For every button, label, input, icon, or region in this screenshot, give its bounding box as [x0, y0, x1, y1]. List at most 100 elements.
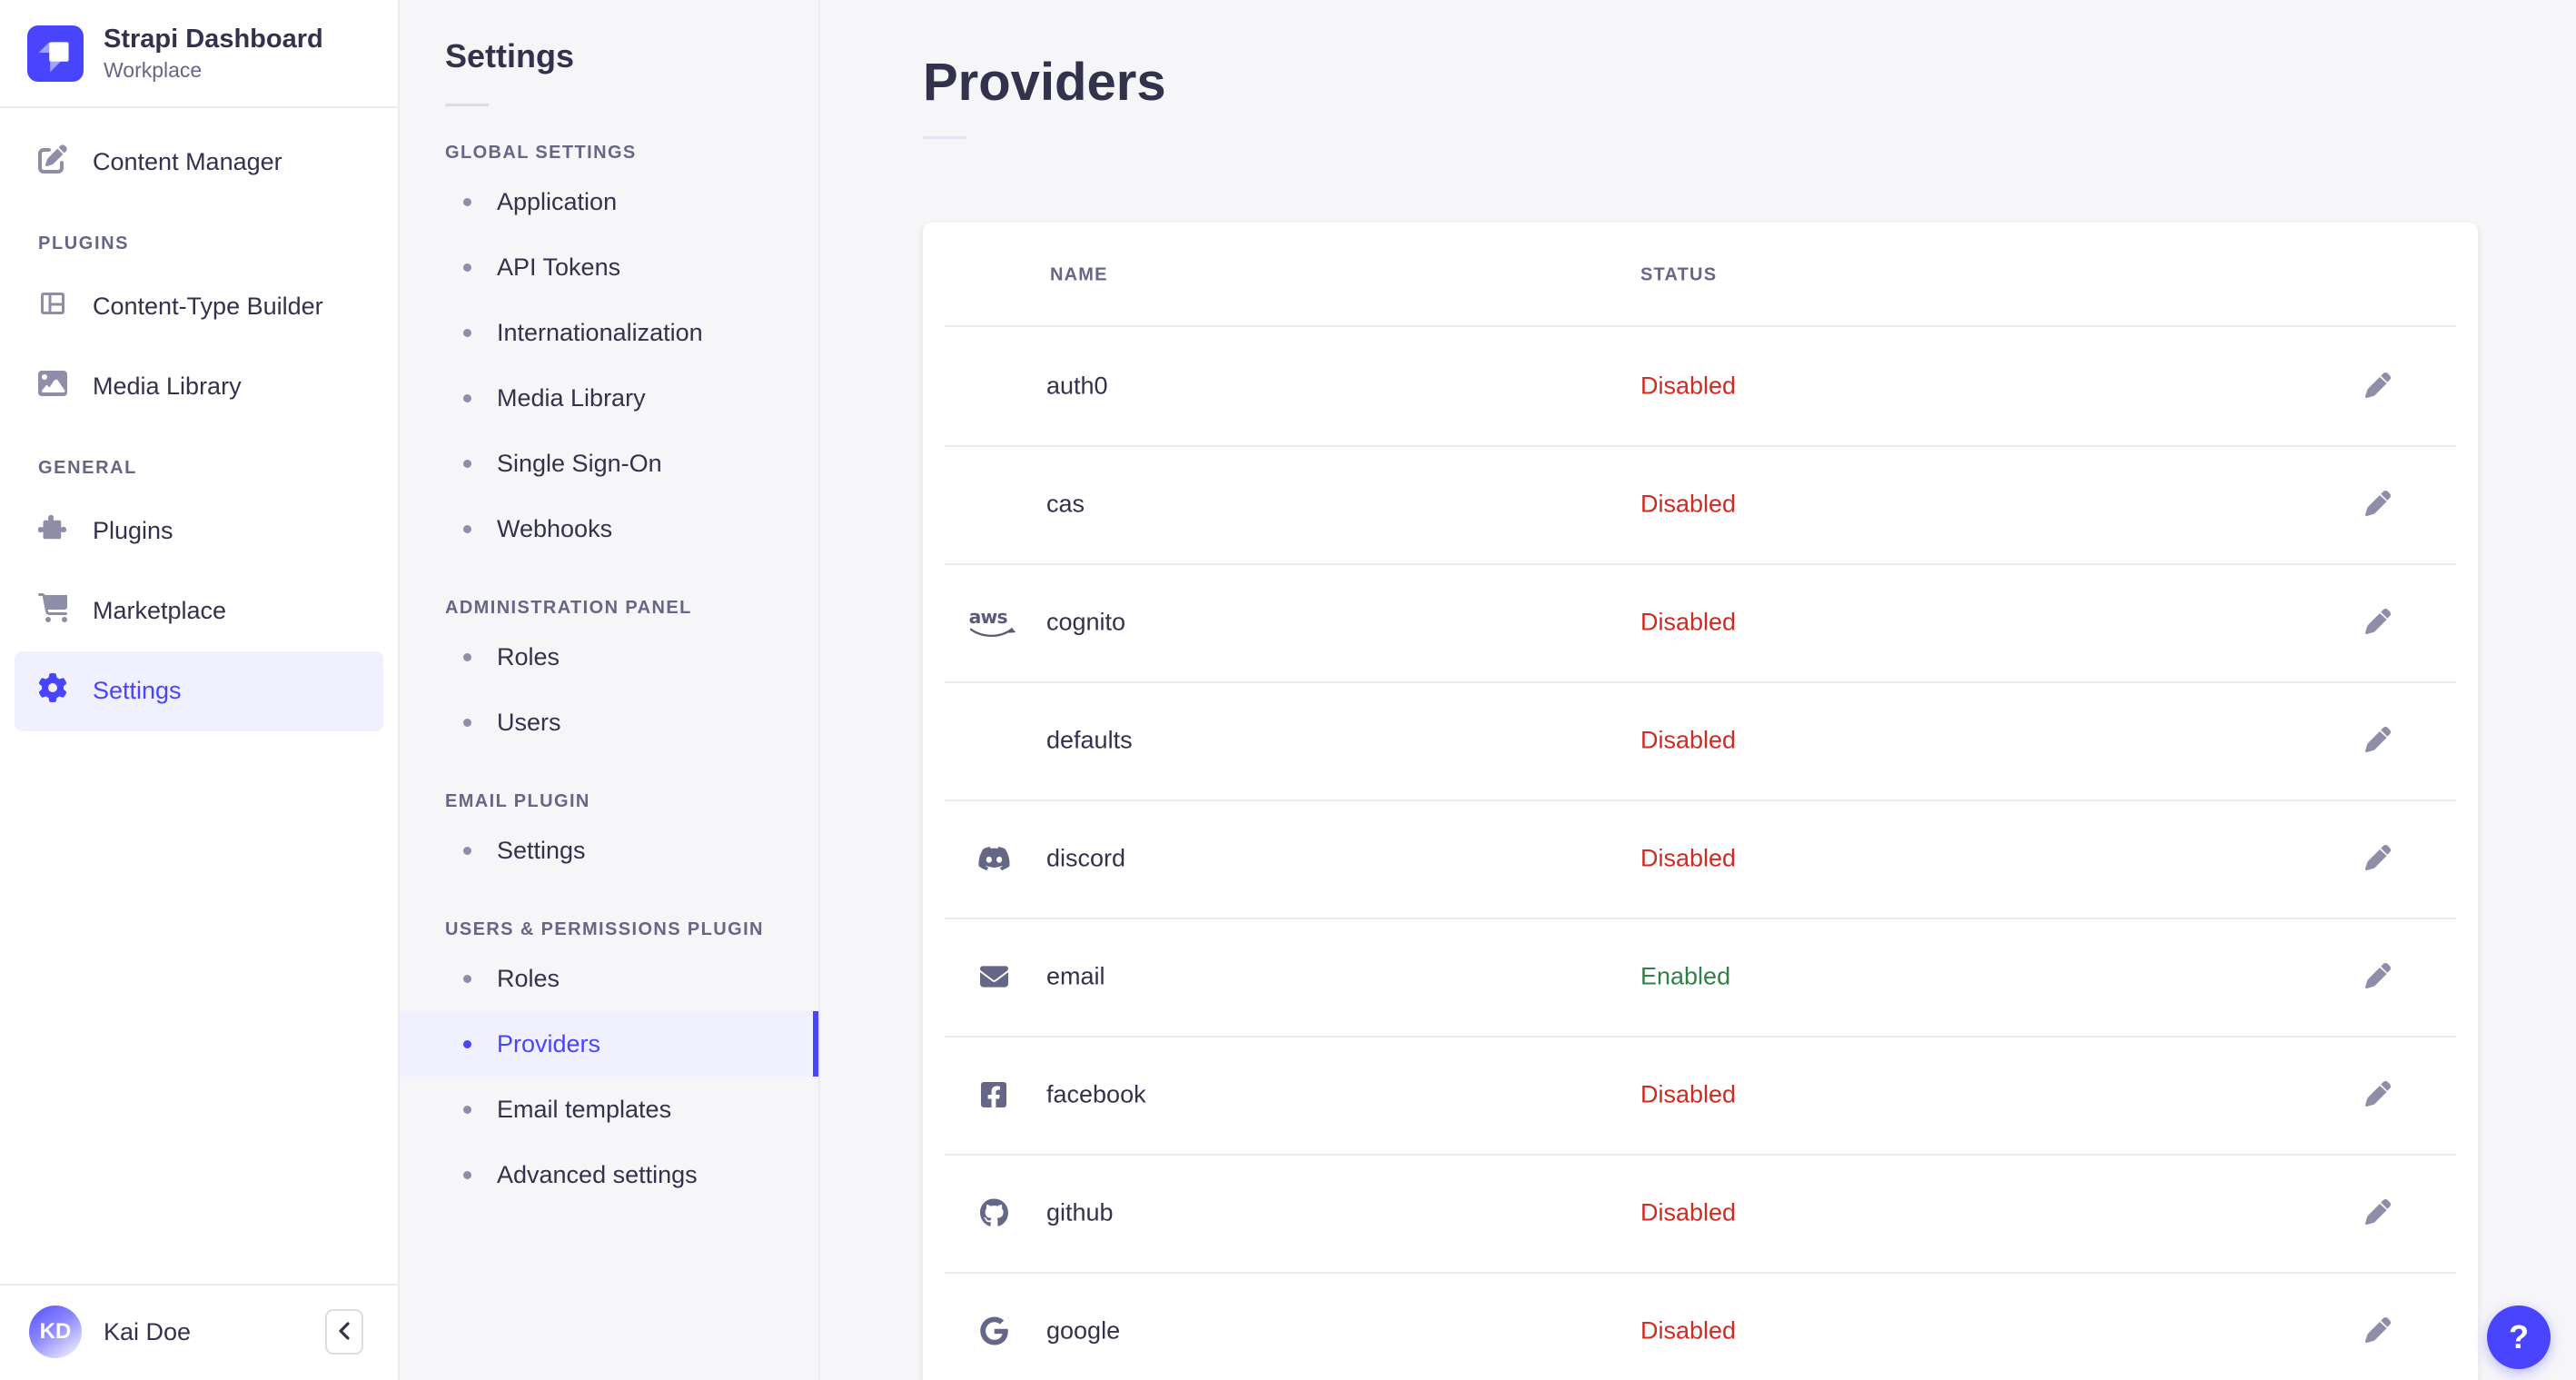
settings-subnav: Settings GLOBAL SETTINGS Application API T…: [400, 0, 820, 1380]
provider-name: google: [1046, 1316, 1121, 1345]
sidebar-item-label: Plugins: [93, 517, 173, 545]
subnav-item-label: Advanced settings: [497, 1160, 698, 1188]
bullet-dot-icon: [463, 846, 471, 855]
subnav-item-label: Settings: [497, 836, 586, 864]
pencil-icon: [2365, 1316, 2391, 1345]
table-row: cas Disabled: [923, 445, 2478, 563]
pencil-icon: [2365, 962, 2391, 991]
column-header-name: NAME: [1050, 264, 1108, 284]
help-button[interactable]: ?: [2487, 1306, 2551, 1369]
bullet-dot-icon: [463, 974, 471, 983]
puzzle-icon: [37, 513, 67, 549]
edit-provider-button[interactable]: [2356, 719, 2400, 762]
provider-name: discord: [1046, 844, 1126, 872]
provider-status: Disabled: [1640, 1316, 1737, 1345]
edit-provider-button[interactable]: [2356, 482, 2400, 526]
table-header: NAME STATUS: [923, 223, 2478, 327]
bullet-dot-icon: [463, 459, 471, 468]
workspace-brand[interactable]: Strapi Dashboard Workplace: [0, 0, 398, 108]
provider-name: cas: [1046, 490, 1085, 518]
main-nav: Content Manager PLUGINS Content-Type Bui…: [0, 108, 398, 1284]
edit-provider-button[interactable]: [2356, 364, 2400, 408]
subnav-item-providers[interactable]: Providers: [400, 1011, 818, 1077]
subnav-item-single-sign-on[interactable]: Single Sign-On: [400, 431, 818, 496]
github-logo-icon: [966, 1198, 1021, 1227]
subnav-section-label: ADMINISTRATION PANEL: [445, 598, 692, 618]
bullet-dot-icon: [463, 393, 471, 402]
cart-icon: [38, 593, 71, 629]
subnav-item-users[interactable]: Users: [400, 690, 818, 755]
edit-provider-button[interactable]: [2356, 1191, 2400, 1235]
pencil-icon: [2365, 726, 2391, 755]
subnav-item-settings[interactable]: Settings: [400, 818, 818, 883]
sidebar-item-label: Marketplace: [93, 597, 227, 625]
sidebar-section-plugins: PLUGINS: [38, 233, 130, 253]
strapi-admin-app: Strapi Dashboard Workplace Content Manag…: [0, 0, 2576, 1380]
table-row: defaults Disabled: [923, 681, 2478, 799]
table-row: facebook Disabled: [923, 1036, 2478, 1154]
subnav-item-advanced-settings[interactable]: Advanced settings: [400, 1142, 818, 1207]
provider-status: Disabled: [1640, 726, 1737, 754]
subnav-item-webhooks[interactable]: Webhooks: [400, 496, 818, 561]
subnav-item-media-library[interactable]: Media Library: [400, 365, 818, 431]
subnav-item-label: Webhooks: [497, 514, 613, 542]
table-row: auth0 Disabled: [923, 327, 2478, 445]
subnav-item-api-tokens[interactable]: API Tokens: [400, 234, 818, 300]
envelope-logo-icon: [966, 963, 1021, 991]
pencil-icon: [2365, 372, 2391, 401]
pencil-icon: [2365, 1080, 2391, 1109]
subnav-section-global-settings: GLOBAL SETTINGS Application API Tokens Inte…: [400, 143, 818, 561]
user-row: KD Kai Doe: [0, 1284, 398, 1380]
page-title-divider: [923, 136, 966, 139]
bullet-dot-icon: [463, 718, 471, 727]
providers-page: Providers NAME STATUS auth0 Disabled cas Di…: [820, 0, 2576, 1380]
bullet-dot-icon: [463, 1170, 471, 1179]
subnav-title: Settings: [445, 37, 575, 74]
avatar[interactable]: KD: [29, 1306, 82, 1358]
subnav-section-label: EMAIL PLUGIN: [445, 791, 590, 811]
bullet-dot-icon: [463, 652, 471, 661]
sidebar-item-plugins[interactable]: Plugins: [15, 491, 383, 571]
subnav-item-label: Roles: [497, 964, 560, 992]
edit-provider-button[interactable]: [2356, 955, 2400, 998]
edit-provider-button[interactable]: [2356, 837, 2400, 880]
sidebar-item-marketplace[interactable]: Marketplace: [15, 571, 383, 651]
subnav-item-label: Users: [497, 708, 561, 736]
facebook-logo-icon: [966, 1080, 1021, 1109]
subnav-item-label: API Tokens: [497, 253, 621, 281]
sidebar-item-content-type-builder[interactable]: Content-Type Builder: [15, 267, 383, 347]
user-name: Kai Doe: [104, 1317, 192, 1345]
pencil-icon: [2365, 844, 2391, 873]
bullet-dot-icon: [463, 263, 471, 272]
subnav-item-application[interactable]: Application: [400, 169, 818, 234]
subnav-item-label: Providers: [497, 1029, 601, 1057]
gear-icon: [38, 673, 67, 709]
svg-text:aws: aws: [969, 606, 1008, 628]
subnav-item-email-templates[interactable]: Email templates: [400, 1077, 818, 1142]
subnav-item-label: Single Sign-On: [497, 449, 662, 477]
sidebar-item-media-library[interactable]: Media Library: [15, 347, 383, 427]
sidebar-item-settings[interactable]: Settings: [15, 650, 383, 731]
page-title: Providers: [923, 53, 1166, 112]
provider-name: auth0: [1046, 372, 1108, 400]
subnav-item-roles[interactable]: Roles: [400, 624, 818, 690]
subnav-item-internationalization[interactable]: Internationalization: [400, 300, 818, 365]
provider-status: Disabled: [1640, 1198, 1737, 1226]
pencil-icon: [2365, 490, 2391, 519]
bullet-dot-icon: [463, 1039, 471, 1048]
provider-status: Disabled: [1640, 1080, 1737, 1108]
table-row: aws cognito Disabled: [923, 563, 2478, 681]
provider-name: cognito: [1046, 608, 1126, 636]
subnav-item-roles[interactable]: Roles: [400, 946, 818, 1011]
edit-provider-button[interactable]: [2356, 1309, 2400, 1353]
collapse-sidebar-button[interactable]: [325, 1309, 363, 1355]
provider-status: Disabled: [1640, 844, 1737, 872]
pencil-icon: [2365, 1198, 2391, 1227]
edit-provider-button[interactable]: [2356, 1073, 2400, 1117]
sidebar-item-label: Content-Type Builder: [93, 293, 323, 321]
provider-status: Disabled: [1640, 490, 1737, 518]
sidebar-item-content-manager[interactable]: Content Manager: [15, 123, 383, 203]
edit-provider-button[interactable]: [2356, 601, 2400, 644]
provider-status: Disabled: [1640, 372, 1737, 400]
workspace-subtitle: Workplace: [104, 57, 203, 82]
